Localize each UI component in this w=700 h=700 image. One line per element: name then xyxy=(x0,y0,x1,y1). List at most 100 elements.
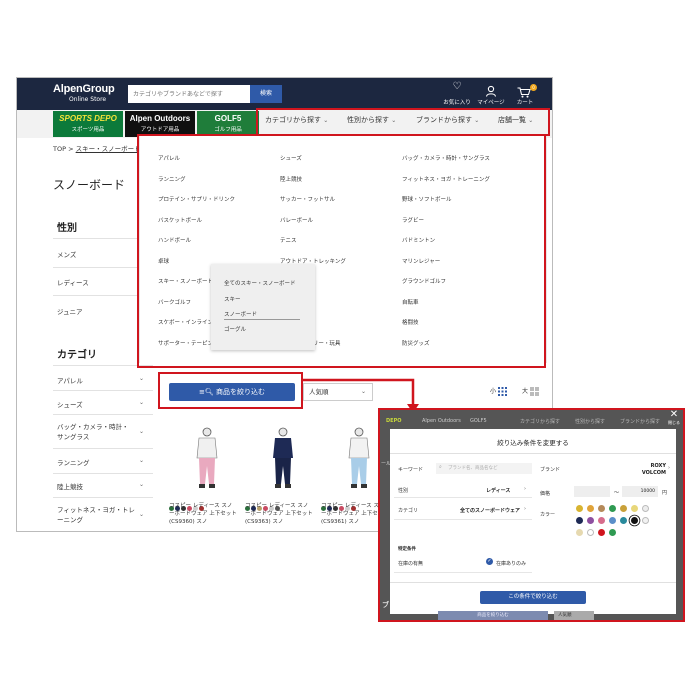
color-swatch[interactable] xyxy=(576,505,583,512)
category-value[interactable]: 全てのスノーボードウェア xyxy=(460,507,520,514)
sidebar-cat-bags[interactable]: バッグ・カメラ・時計・サングラス xyxy=(57,422,133,442)
color-swatch[interactable] xyxy=(631,517,638,524)
view-large-label: 大 xyxy=(522,388,529,395)
chevron-down-icon[interactable]: ⌄ xyxy=(139,481,144,488)
bg-nav-item: 性別から探す xyxy=(575,419,606,425)
price-min-input[interactable] xyxy=(574,486,610,497)
color-swatch[interactable] xyxy=(609,505,616,512)
color-swatch[interactable] xyxy=(609,529,616,536)
color-swatch[interactable] xyxy=(587,505,594,512)
color-swatch[interactable] xyxy=(598,517,605,524)
chevron-down-icon[interactable]: ⌄ xyxy=(139,511,144,518)
price-unit: 円 xyxy=(662,490,668,496)
chevron-down-icon[interactable]: ⌄ xyxy=(139,428,144,435)
bg-nav-item: Alpen Outdoors xyxy=(422,418,461,424)
divider xyxy=(390,453,676,454)
chevron-down-icon[interactable]: ⌄ xyxy=(139,399,144,406)
shop-sports-depo[interactable]: SPORTS DEPO スポーツ用品 xyxy=(53,111,123,137)
product-name[interactable]: コスピー レディース スノーボードウェア 上下セット (CS9360) スノ xyxy=(169,502,237,526)
grid-large-icon xyxy=(529,387,539,396)
sidebar-cat-apparel[interactable]: アパレル xyxy=(57,375,83,385)
sidebar-item-junior[interactable]: ジュニア xyxy=(57,306,83,316)
modal-title: 絞り込み条件を変更する xyxy=(497,439,569,447)
breadcrumb-top[interactable]: TOP xyxy=(53,145,66,153)
color-swatch[interactable] xyxy=(587,529,594,536)
cart-icon[interactable] xyxy=(517,83,531,98)
apply-filter-button[interactable]: この条件で絞り込む xyxy=(480,591,586,604)
color-swatch[interactable] xyxy=(631,505,638,512)
user-icon[interactable] xyxy=(485,82,497,97)
chevron-right-icon[interactable]: › xyxy=(668,465,670,471)
bg-nav-item: カテゴリから探す xyxy=(520,419,561,425)
view-small-toggle[interactable]: 小 xyxy=(490,386,507,396)
bg-filter-button: 商品を絞り込む xyxy=(438,611,548,620)
search-input[interactable] xyxy=(128,85,250,103)
brand-value-2: VOLCOM xyxy=(641,470,666,476)
close-button[interactable]: ✕ 閉じる xyxy=(664,410,683,426)
sidebar-gender-heading: 性別 xyxy=(57,223,77,234)
color-swatch[interactable] xyxy=(620,517,627,524)
product-card[interactable]: コスピー レディース スノーボードウェア 上下セット (CS9360) スノ xyxy=(169,426,237,526)
divider xyxy=(53,390,153,391)
view-large-toggle[interactable]: 大 xyxy=(522,386,539,396)
color-swatch[interactable] xyxy=(576,529,583,536)
price-separator: 〜 xyxy=(614,490,620,496)
sidebar-cat-shoes[interactable]: シューズ xyxy=(57,399,83,409)
divider xyxy=(53,238,147,239)
color-swatch[interactable] xyxy=(642,517,649,524)
color-swatch[interactable] xyxy=(598,529,605,536)
divider xyxy=(53,473,153,474)
cart-count-badge: 0 xyxy=(530,84,537,91)
close-label: 閉じる xyxy=(668,420,680,425)
color-swatch[interactable] xyxy=(576,517,583,524)
divider xyxy=(53,295,147,296)
shop-name: Alpen Outdoors xyxy=(129,114,191,123)
sidebar-item-ladies[interactable]: レディース xyxy=(57,277,89,287)
price-label: 価格 xyxy=(540,491,551,497)
sidebar-cat-running[interactable]: ランニング xyxy=(57,457,90,467)
heart-icon[interactable]: ♡ xyxy=(447,81,467,92)
site-logo[interactable]: AlpenGroup xyxy=(53,83,115,95)
product-card[interactable]: コスピー レディース スノーボードウェア 上下セット (CS9363) スノ xyxy=(245,426,313,526)
grid-small-icon xyxy=(497,387,507,396)
highlight-filter-button xyxy=(158,372,303,409)
bg-nav-item: DEPO xyxy=(386,418,402,424)
chevron-down-icon[interactable]: ⌄ xyxy=(139,457,144,464)
brand-value-1: ROXY xyxy=(650,463,666,469)
filter-modal-callout: DEPO Alpen Outdoors GOLF5 カテゴリから探す 性別から探… xyxy=(378,408,685,622)
divider xyxy=(394,572,532,573)
color-swatch[interactable] xyxy=(587,517,594,524)
color-swatch[interactable] xyxy=(609,517,616,524)
chevron-right-icon[interactable]: › xyxy=(524,486,526,492)
sidebar-cat-track[interactable]: 陸上競技 xyxy=(57,481,83,491)
sidebar-category-heading: カテゴリ xyxy=(57,350,97,361)
sidebar-cat-fitness[interactable]: フィットネス・ヨガ・トレーニング xyxy=(57,505,137,525)
page-title: スノーボード xyxy=(53,178,126,192)
checkbox-checked-icon[interactable]: ✓ xyxy=(486,558,493,565)
shop-sub: スポーツ用品 xyxy=(71,127,105,133)
color-swatch[interactable] xyxy=(642,505,649,512)
color-swatch[interactable] xyxy=(620,505,627,512)
bg-text: ブ xyxy=(382,601,389,609)
shop-sub: ゴルフ用品 xyxy=(214,127,242,133)
bg-nav-item: GOLF5 xyxy=(470,418,487,424)
chevron-down-icon[interactable]: ⌄ xyxy=(139,375,144,382)
chevron-right-icon[interactable]: › xyxy=(524,506,526,512)
bg-nav-item: ブランドから探す xyxy=(620,419,661,425)
view-small-label: 小 xyxy=(490,388,497,395)
keyword-input[interactable]: ⌕ ブランド名、商品名など xyxy=(436,463,532,474)
cart-label[interactable]: カート xyxy=(505,98,545,106)
bg-sort-select: 人気順 xyxy=(554,611,594,620)
color-swatch[interactable] xyxy=(598,505,605,512)
category-label: カテゴリ xyxy=(398,508,419,514)
product-image xyxy=(273,427,293,488)
price-max-input[interactable]: 10000 xyxy=(622,486,658,497)
search-button[interactable]: 検索 xyxy=(250,85,282,103)
divider xyxy=(394,519,532,520)
gender-value[interactable]: レディース xyxy=(486,487,510,494)
product-image xyxy=(196,427,218,488)
sidebar-item-mens[interactable]: メンズ xyxy=(57,249,76,259)
keyword-placeholder: ブランド名、商品名など xyxy=(448,466,498,471)
breadcrumb-current[interactable]: スキー・スノーボード xyxy=(76,145,141,153)
product-name[interactable]: コスピー レディース スノーボードウェア 上下セット (CS9363) スノ xyxy=(245,502,313,526)
